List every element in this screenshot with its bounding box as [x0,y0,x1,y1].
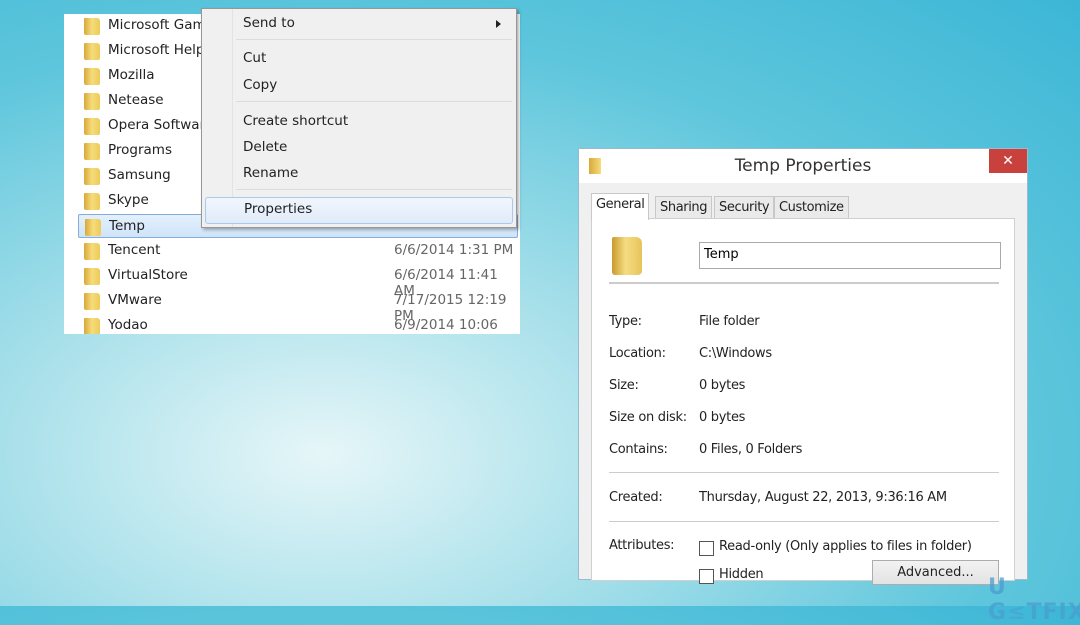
menu-separator [236,189,512,190]
menu-label: Rename [243,165,299,181]
menu-item-create-shortcut[interactable]: Create shortcut [205,110,513,134]
tab-sharing[interactable]: Sharing [655,196,713,219]
close-button[interactable]: ✕ [989,149,1027,173]
divider [609,472,999,473]
properties-dialog: Temp Properties ✕ General Sharing Securi… [578,148,1028,585]
created-value: Thursday, August 22, 2013, 9:36:16 AM [699,490,947,505]
readonly-checkbox[interactable] [699,541,714,556]
context-menu: Send to Cut Copy Create shortcut Delete … [201,8,517,228]
tab-security[interactable]: Security [714,196,775,219]
folder-icon [84,68,100,85]
size-on-disk-label: Size on disk: [609,410,687,425]
location-label: Location: [609,346,666,361]
file-name: VirtualStore [108,267,188,283]
contains-value: 0 Files, 0 Folders [699,442,803,457]
hidden-label: Hidden [719,567,764,582]
contains-label: Contains: [609,442,668,457]
type-label: Type: [609,314,642,329]
folder-icon [612,237,642,275]
menu-label: Cut [243,50,267,66]
folder-icon [84,118,100,135]
divider [609,282,999,284]
attributes-label: Attributes: [609,538,675,553]
file-name: Skype [108,192,149,208]
tab-customize[interactable]: Customize [774,196,849,219]
folder-icon [84,243,100,260]
created-label: Created: [609,490,663,505]
file-name: Mozilla [108,67,155,83]
dialog-title: Temp Properties [734,156,872,176]
size-label: Size: [609,378,639,393]
file-name: Microsoft Help [108,42,205,58]
folder-icon [84,43,100,60]
folder-name-input[interactable]: Temp [699,242,1001,269]
file-name: Temp [109,218,145,234]
menu-separator [236,39,512,40]
divider [609,521,999,522]
menu-label: Properties [244,201,313,217]
menu-item-delete[interactable]: Delete [205,136,513,160]
folder-icon [84,268,100,285]
location-value: C:\Windows [699,346,772,361]
file-name: VMware [108,292,162,308]
menu-item-rename[interactable]: Rename [205,162,513,186]
list-item[interactable]: VirtualStore 6/6/2014 11:41 AM [78,264,518,299]
advanced-button[interactable]: Advanced... [872,560,999,585]
file-name: Samsung [108,167,171,183]
file-name: Microsoft Gam [108,17,206,33]
readonly-label: Read-only (Only applies to files in fold… [719,539,972,554]
list-item[interactable]: Yodao 6/9/2014 10:06 AM [78,314,518,334]
folder-icon [84,93,100,110]
size-on-disk-value: 0 bytes [699,410,746,425]
menu-label: Copy [243,77,278,93]
folder-icon [84,193,100,210]
menu-item-copy[interactable]: Copy [205,74,513,98]
tab-general[interactable]: General [591,193,650,220]
watermark-logo: U G≤TFIX [988,575,1080,625]
menu-label: Create shortcut [243,113,349,129]
file-name: Yodao [108,317,148,333]
file-name: Netease [108,92,164,108]
file-name: Programs [108,142,172,158]
title-bar[interactable]: Temp Properties ✕ [579,149,1027,183]
folder-icon [84,293,100,310]
file-name: Tencent [108,242,161,258]
list-item[interactable]: VMware 7/17/2015 12:19 PM [78,289,518,324]
menu-label: Send to [243,15,295,31]
hidden-checkbox[interactable] [699,569,714,584]
size-value: 0 bytes [699,378,746,393]
menu-item-cut[interactable]: Cut [205,47,513,71]
date-modified: 6/6/2014 1:31 PM [394,242,514,258]
list-item[interactable]: Tencent 6/6/2014 1:31 PM [78,239,518,263]
folder-icon [84,318,100,334]
folder-icon [84,18,100,35]
folder-icon [84,143,100,160]
folder-icon [84,168,100,185]
folder-icon [85,219,101,236]
type-value: File folder [699,314,760,329]
menu-item-send-to[interactable]: Send to [205,12,513,36]
dialog-body: General Sharing Security Customize Temp … [579,183,1027,585]
submenu-arrow-icon [496,20,501,28]
menu-separator [236,101,512,102]
menu-item-properties[interactable]: Properties [205,197,513,224]
date-modified: 6/9/2014 10:06 AM [394,317,498,334]
file-name: Opera Software [108,117,214,133]
menu-label: Delete [243,139,288,155]
general-panel: Temp Type: File folder Location: C:\Wind… [591,218,1015,585]
